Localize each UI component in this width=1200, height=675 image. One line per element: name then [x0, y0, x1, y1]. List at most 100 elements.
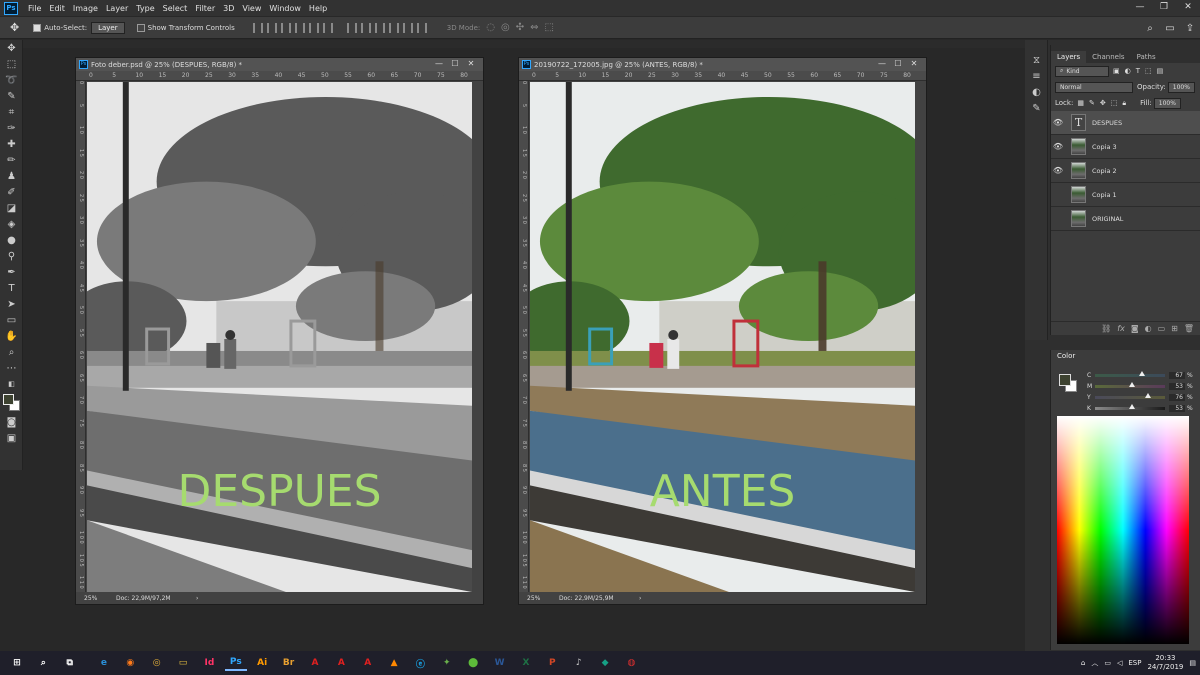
restore-button[interactable]: ❐: [1152, 0, 1176, 16]
align-right-icon[interactable]: [322, 22, 333, 33]
more-tools-icon[interactable]: ⋯: [0, 360, 23, 376]
lock-position-icon[interactable]: ✥: [1100, 99, 1106, 107]
show-hidden-icons-icon[interactable]: ︿: [1091, 658, 1098, 668]
chrome-icon[interactable]: ◎: [146, 655, 168, 671]
roll-3d-icon[interactable]: ◎: [501, 22, 510, 33]
notifications-icon[interactable]: ▤: [1189, 659, 1196, 667]
default-colors-icon[interactable]: ◧: [0, 376, 23, 392]
crop-tool-icon[interactable]: ⌗: [0, 104, 23, 120]
delete-layer-icon[interactable]: 🗑︎: [1184, 324, 1194, 333]
align-top-icon[interactable]: [252, 22, 263, 33]
status-menu-chevron-icon[interactable]: ›: [639, 595, 641, 602]
language-indicator[interactable]: ESP: [1128, 659, 1141, 667]
adjustments-panel-icon[interactable]: ◐: [1025, 84, 1048, 100]
excel-icon[interactable]: X: [515, 655, 537, 671]
menu-layer[interactable]: Layer: [102, 4, 132, 13]
clock[interactable]: 20:33 24/7/2019: [1147, 654, 1183, 672]
slider-thumb-icon[interactable]: [1145, 393, 1152, 398]
document-title-bar[interactable]: Ps Foto deber.psd @ 25% (DESPUES, RGB/8)…: [76, 58, 483, 71]
distribute-left-icon[interactable]: [388, 22, 399, 33]
indesign-icon[interactable]: Id: [198, 655, 220, 671]
pen-tool-icon[interactable]: ✒: [0, 264, 23, 280]
align-hcenter-icon[interactable]: [308, 22, 319, 33]
share-icon[interactable]: ⇪: [1180, 23, 1200, 34]
lasso-tool-icon[interactable]: ➰: [0, 72, 23, 88]
app-icon[interactable]: ◆: [594, 655, 616, 671]
layer-name[interactable]: ORIGINAL: [1092, 215, 1123, 223]
task-view-icon[interactable]: ⧉: [59, 655, 81, 671]
filter-smart-icon[interactable]: ▤: [1157, 67, 1164, 75]
itunes-icon[interactable]: ♪: [568, 655, 590, 671]
align-bottom-icon[interactable]: [280, 22, 291, 33]
menu-file[interactable]: File: [24, 4, 45, 13]
ie-icon[interactable]: ⓔ: [409, 655, 431, 671]
lock-artboard-icon[interactable]: ⬚: [1111, 99, 1118, 107]
distribute-vcenter-icon[interactable]: [360, 22, 371, 33]
edge-icon[interactable]: e: [93, 655, 115, 671]
type-tool-icon[interactable]: T: [0, 280, 23, 296]
layer-name[interactable]: DESPUES: [1092, 119, 1122, 127]
acrobat-reader-icon[interactable]: A: [330, 655, 352, 671]
marquee-tool-icon[interactable]: ⬚: [0, 56, 23, 72]
align-left-icon[interactable]: [294, 22, 305, 33]
tab-layers[interactable]: Layers: [1051, 51, 1087, 63]
powerpoint-icon[interactable]: P: [541, 655, 563, 671]
vertical-ruler[interactable]: 0 5 1 0 1 5 2 0 2 5 3 0 3 5 4 0 4 5 5 0 5 5 6 0 6 5 7 …: [76, 81, 86, 592]
slider-thumb-icon[interactable]: [1129, 382, 1136, 387]
show-transform-option[interactable]: Show Transform Controls: [136, 23, 235, 32]
app-icon[interactable]: ◍: [620, 655, 642, 671]
tab-channels[interactable]: Channels: [1086, 51, 1130, 63]
tab-paths[interactable]: Paths: [1131, 51, 1162, 63]
file-explorer-icon[interactable]: ▭: [172, 655, 194, 671]
document-close-button[interactable]: ✕: [463, 58, 479, 70]
healing-brush-tool-icon[interactable]: ✚: [0, 136, 23, 152]
eraser-tool-icon[interactable]: ◪: [0, 200, 23, 216]
minimize-button[interactable]: —: [1128, 0, 1152, 16]
color-panel-foreground-swatch[interactable]: [1059, 374, 1071, 386]
layer-mask-icon[interactable]: ◙: [1131, 324, 1139, 333]
layer-visibility-eye-icon[interactable]: 👁︎: [1051, 118, 1065, 127]
styles-panel-icon[interactable]: ✎: [1025, 100, 1048, 116]
fill-input[interactable]: 100%: [1153, 97, 1181, 109]
filter-pixel-icon[interactable]: ▣: [1113, 67, 1120, 75]
cmyk-value[interactable]: 53: [1169, 405, 1185, 412]
utorrent-icon[interactable]: ⬤: [462, 655, 484, 671]
brush-tool-icon[interactable]: ✏: [0, 152, 23, 168]
network-icon[interactable]: ▭: [1104, 659, 1111, 667]
start-icon[interactable]: ⊞: [6, 655, 28, 671]
cmyk-value[interactable]: 76: [1169, 394, 1185, 401]
lock-paint-icon[interactable]: ✎: [1089, 99, 1095, 107]
paint-bucket-tool-icon[interactable]: ◈: [0, 216, 23, 232]
rectangle-tool-icon[interactable]: ▭: [0, 312, 23, 328]
firefox-icon[interactable]: ◉: [119, 655, 141, 671]
auto-select-checkbox[interactable]: [33, 23, 42, 32]
menu-select[interactable]: Select: [159, 4, 192, 13]
path-select-tool-icon[interactable]: ➤: [0, 296, 23, 312]
photoshop-icon[interactable]: Ps: [224, 655, 247, 671]
menu-3d[interactable]: 3D: [219, 4, 238, 13]
quick-mask-icon[interactable]: ◙: [0, 414, 23, 430]
distribute-bottom-icon[interactable]: [374, 22, 385, 33]
layer-visibility-eye-icon[interactable]: 👁︎: [1051, 166, 1065, 175]
document-window-antes[interactable]: Ps 20190722_172005.jpg @ 25% (ANTES, RGB…: [518, 57, 927, 605]
distribute-top-icon[interactable]: [346, 22, 357, 33]
auto-select-option[interactable]: Auto-Select:: [33, 23, 87, 32]
layer-row[interactable]: ORIGINAL: [1051, 207, 1200, 231]
vlc-icon[interactable]: ▲: [383, 655, 405, 671]
scale-3d-icon[interactable]: ⬚: [544, 22, 553, 33]
menu-filter[interactable]: Filter: [191, 4, 219, 13]
slide-3d-icon[interactable]: ⇔: [530, 22, 538, 33]
distribute-hcenter-icon[interactable]: [402, 22, 413, 33]
workspace-icon[interactable]: ▭: [1160, 23, 1180, 34]
vertical-ruler[interactable]: 0 5 1 0 1 5 2 0 2 5 3 0 3 5 4 0 4 5 5 0 5 5 6 0 6 5 7 …: [519, 81, 529, 592]
cmyk-slider[interactable]: [1095, 382, 1165, 388]
menu-window[interactable]: Window: [265, 4, 305, 13]
document-maximize-button[interactable]: ☐: [447, 58, 463, 70]
slider-thumb-icon[interactable]: [1138, 371, 1145, 376]
document-canvas[interactable]: ANTES: [530, 82, 915, 592]
cmyk-value[interactable]: 53: [1169, 383, 1185, 390]
layer-name[interactable]: Copia 3: [1092, 143, 1117, 151]
clone-stamp-tool-icon[interactable]: ♟: [0, 168, 23, 184]
color-panel-title[interactable]: Color: [1051, 350, 1200, 364]
layer-row[interactable]: Copia 1: [1051, 183, 1200, 207]
